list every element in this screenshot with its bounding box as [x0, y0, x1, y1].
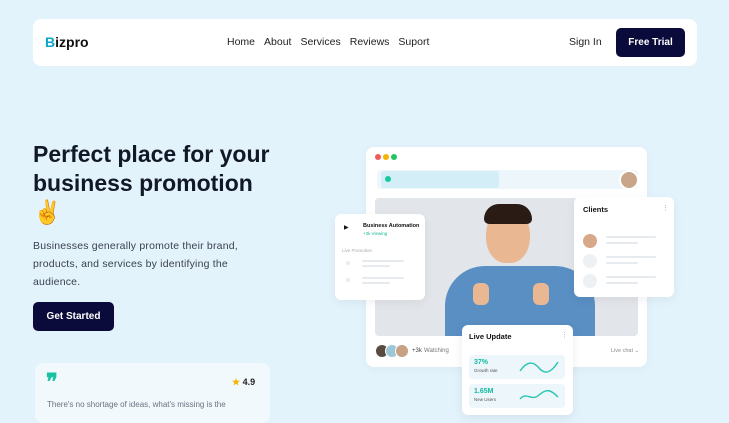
quote-icon: ❞ [46, 369, 58, 394]
more-options-icon[interactable]: ⋮ [662, 204, 669, 212]
placeholder-line [606, 276, 656, 278]
user-avatar[interactable] [619, 170, 639, 190]
viewer-avatars: +3k [375, 344, 422, 358]
testimonial-card: ❞ ★ 4.9 There's no shortage of ideas, wh… [35, 363, 270, 423]
logo-text: izpro [55, 34, 89, 50]
placeholder-line [606, 282, 638, 284]
star-icon: ★ [232, 377, 241, 387]
business-automation-card: ▶ Business Automation +3k Viewing Live P… [335, 214, 425, 300]
client-avatar [583, 274, 597, 288]
stat-value: 1.65M [474, 388, 494, 395]
hero-description: Businesses generally promote their brand… [33, 240, 238, 288]
rating: ★ 4.9 [232, 377, 255, 388]
client-avatar [583, 254, 597, 268]
window-close-dot [375, 154, 381, 160]
thumbs-up-right [533, 283, 549, 305]
live-update-title: Live Update [469, 332, 512, 341]
address-bar [377, 170, 638, 189]
watching-label: Watching [424, 348, 449, 354]
client-avatar [583, 234, 597, 248]
stat-label: Growth rate [474, 368, 498, 373]
logo[interactable]: Bizpro [45, 34, 89, 50]
live-update-card: Live Update ⋮ 37% Growth rate 1.65M New … [462, 325, 573, 415]
top-navbar: Bizpro Home About Services Reviews Supor… [33, 19, 697, 66]
stat-value: 37% [474, 359, 489, 366]
placeholder-line [606, 256, 656, 258]
placeholder-line [606, 262, 638, 264]
free-trial-button[interactable]: Free Trial [616, 28, 685, 57]
clients-title: Clients [583, 205, 609, 214]
automation-title: Business Automation [363, 223, 420, 229]
sign-in-link[interactable]: Sign In [569, 36, 602, 48]
viewer-count: +3k [412, 348, 422, 354]
nav-link-about[interactable]: About [264, 36, 291, 48]
get-started-button[interactable]: Get Started [33, 302, 114, 331]
rating-value: 4.9 [242, 377, 256, 387]
status-dot-icon [385, 176, 391, 182]
placeholder-line [606, 236, 656, 238]
placeholder-line [362, 265, 390, 267]
window-minimize-dot [383, 154, 389, 160]
list-dot [346, 278, 350, 282]
placeholder-line [362, 260, 404, 262]
automation-subtitle: +3k Viewing [363, 231, 388, 236]
testimonial-text: There's no shortage of ideas, what's mis… [47, 400, 226, 409]
play-icon[interactable]: ▶ [344, 224, 349, 231]
presenter-hair [484, 204, 532, 224]
stat-label: New Users [474, 397, 497, 402]
address-bar-fill [381, 171, 499, 188]
nav-link-support[interactable]: Suport [398, 36, 429, 48]
clients-card: Clients ⋮ [574, 197, 674, 297]
victory-hand-icon: ✌ [33, 199, 62, 225]
new-users-stat: 1.65M New Users [469, 384, 565, 408]
logo-initial: B [45, 34, 56, 50]
placeholder-line [362, 277, 404, 279]
thumbs-up-left [473, 283, 489, 305]
more-options-icon[interactable]: ⋮ [561, 331, 568, 339]
nav-link-home[interactable]: Home [227, 36, 255, 48]
nav-link-reviews[interactable]: Reviews [350, 36, 390, 48]
hero-title: Perfect place for your business promotio… [33, 140, 273, 227]
hero-title-text: Perfect place for your business promotio… [33, 141, 270, 196]
viewer-avatar [395, 344, 409, 358]
live-chat-toggle[interactable]: Live chat ⌄ [611, 348, 639, 354]
growth-rate-stat: 37% Growth rate [469, 355, 565, 379]
placeholder-line [606, 242, 638, 244]
users-sparkline [519, 390, 559, 400]
main-menu: Home About Services Reviews Suport [227, 36, 429, 48]
list-dot [346, 261, 350, 265]
nav-link-services[interactable]: Services [300, 36, 340, 48]
automation-section-label: Live Promotion [342, 248, 373, 253]
placeholder-line [362, 282, 390, 284]
growth-sparkline [519, 361, 559, 373]
window-maximize-dot [391, 154, 397, 160]
